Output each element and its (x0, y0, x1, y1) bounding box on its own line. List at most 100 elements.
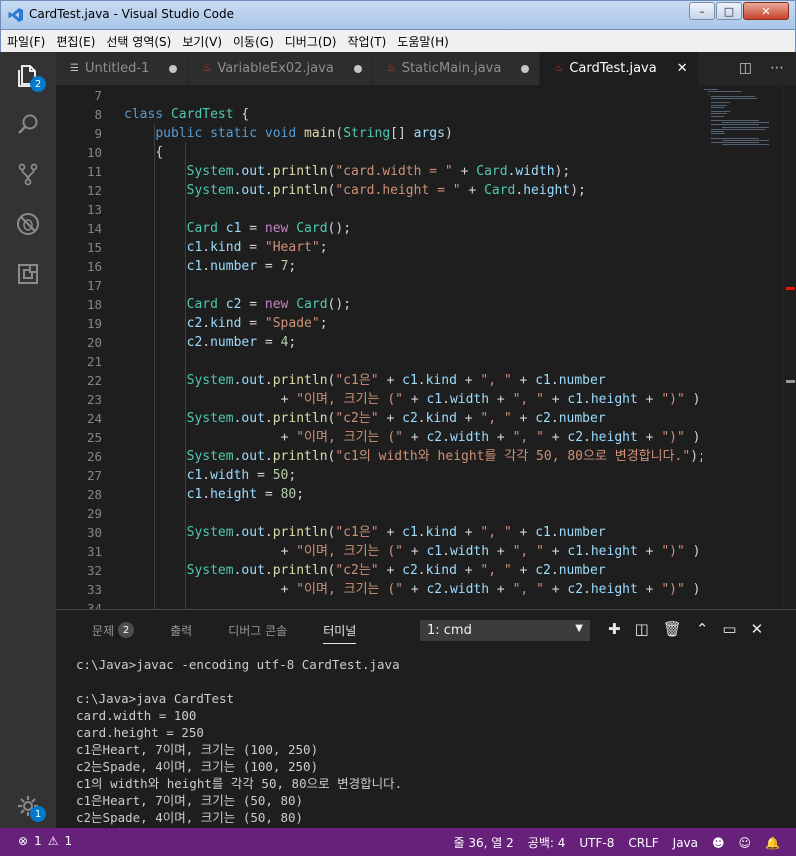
minimap[interactable] (702, 85, 782, 609)
code-line[interactable]: c2.number = 4; (124, 333, 297, 352)
tab-label: CardTest.java (569, 61, 657, 76)
error-count[interactable]: 1 (34, 834, 42, 848)
line-number: 24 (86, 411, 102, 426)
java-icon: ♨ (386, 63, 396, 74)
minimap-line (711, 142, 759, 143)
error-icon[interactable]: ⊗ (18, 834, 28, 848)
line-number: 34 (86, 601, 102, 609)
line-ending[interactable]: CRLF (628, 836, 658, 850)
search-icon[interactable] (14, 110, 42, 138)
extensions-icon[interactable] (14, 260, 42, 288)
menu-go[interactable]: 이동(G) (227, 33, 279, 50)
settings-badge: 1 (30, 806, 46, 822)
tab-staticmain[interactable]: ♨ StaticMain.java (372, 52, 541, 85)
menu-debug[interactable]: 디버그(D) (279, 33, 342, 50)
window-title: CardTest.java - Visual Studio Code (29, 7, 235, 21)
line-number: 7 (94, 88, 102, 103)
menu-view[interactable]: 보기(V) (176, 33, 227, 50)
code-line[interactable]: + "이며, 크기는 (" + c2.width + ", " + c2.hei… (124, 428, 702, 447)
minimize-button[interactable]: – (689, 2, 715, 20)
editor-tabs: ☰ Untitled-1 ♨ VariableEx02.java ♨ Stati… (56, 52, 796, 85)
status-bar: ⊗ 1 ⚠ 1 줄 36, 열 2 공백: 4 UTF-8 CRLF Java … (0, 828, 796, 856)
encoding[interactable]: UTF-8 (579, 836, 614, 850)
tab-terminal[interactable]: 터미널 (323, 622, 357, 644)
terminal-select[interactable]: 1: cmd ▼ (420, 620, 590, 641)
menu-tasks[interactable]: 작업(T) (342, 33, 392, 50)
unsaved-dot-icon[interactable] (169, 64, 178, 73)
code-line[interactable]: + "이며, 크기는 (" + c2.width + ", " + c2.hei… (124, 580, 702, 599)
feedback-icon[interactable]: ☻ (712, 836, 725, 850)
maximize-panel-icon[interactable]: ▭ (722, 620, 736, 638)
code-line[interactable]: Card c2 = new Card(); (124, 295, 351, 314)
editor-scrollbar[interactable] (782, 85, 796, 609)
bell-icon[interactable]: 🔔 (765, 836, 780, 850)
minimap-line (722, 144, 769, 146)
chevron-up-icon[interactable]: ⌃ (696, 620, 709, 638)
tab-untitled-1[interactable]: ☰ Untitled-1 (56, 52, 189, 85)
code-line[interactable]: + "이며, 크기는 (" + c1.width + ", " + c1.hei… (124, 390, 702, 409)
unsaved-dot-icon[interactable] (353, 64, 362, 73)
code-line[interactable]: + "이며, 크기는 (" + c1.width + ", " + c1.hei… (124, 542, 702, 561)
language-mode[interactable]: Java (673, 836, 698, 850)
code-line[interactable]: System.out.println("c1의 width와 height를 각… (124, 447, 702, 466)
menu-help[interactable]: 도움말(H) (391, 33, 454, 50)
code-editor[interactable]: 7 8 9 10 11 12 13 14 15 16 17 18 19 20 21 22 23 24 25 26 27 2… (56, 85, 796, 609)
split-terminal-icon[interactable]: ◫ (635, 620, 649, 638)
new-terminal-icon[interactable]: ✚ (608, 620, 621, 638)
code-line[interactable]: System.out.println("c1은" + c1.kind + ", … (124, 371, 606, 390)
warning-icon[interactable]: ⚠ (48, 834, 59, 848)
cursor-position[interactable]: 줄 36, 열 2 (454, 834, 514, 851)
maximize-button[interactable]: □ (716, 2, 742, 20)
code-line[interactable]: c1.number = 7; (124, 257, 297, 276)
minimap-line (711, 120, 759, 121)
line-number: 25 (86, 430, 102, 445)
code-line[interactable]: c1.width = 50; (124, 466, 297, 485)
menu-file[interactable]: 파일(F) (1, 33, 50, 50)
menu-edit[interactable]: 편집(E) (50, 33, 100, 50)
split-editor-icon[interactable]: ◫ (739, 60, 752, 76)
code-line[interactable]: class CardTest { (124, 105, 249, 124)
close-tab-icon[interactable]: ✕ (677, 61, 688, 76)
line-number: 27 (86, 468, 102, 483)
close-panel-icon[interactable]: ✕ (751, 620, 764, 638)
terminal-output[interactable]: c:\Java>javac -encoding utf-8 CardTest.j… (76, 656, 776, 826)
code-line[interactable]: System.out.println("card.height = " + Ca… (124, 181, 586, 200)
close-window-button[interactable]: ✕ (743, 2, 789, 20)
more-actions-icon[interactable]: ⋯ (770, 60, 784, 76)
unsaved-dot-icon[interactable] (521, 64, 530, 73)
line-number: 14 (86, 221, 102, 236)
tab-variableex02[interactable]: ♨ VariableEx02.java (188, 52, 373, 85)
code-line[interactable]: System.out.println("c2는" + c2.kind + ", … (124, 561, 606, 580)
minimap-line (711, 95, 756, 97)
code-line[interactable]: System.out.println("c2는" + c2.kind + ", … (124, 409, 606, 428)
code-line[interactable]: { (124, 143, 163, 162)
source-control-icon[interactable] (14, 160, 42, 188)
tab-problems[interactable]: 문제 2 (92, 622, 135, 639)
code-line[interactable]: public static void main(String[] args) (124, 124, 452, 143)
code-line[interactable]: Card c1 = new Card(); (124, 219, 351, 238)
code-area[interactable]: class CardTest { public static void main… (124, 85, 702, 609)
code-line[interactable]: System.out.println("card.width = " + Car… (124, 162, 571, 181)
indentation[interactable]: 공백: 4 (528, 834, 566, 851)
java-icon: ♨ (554, 63, 564, 74)
code-line[interactable]: System.out.println("c1은" + c1.kind + ", … (124, 523, 606, 542)
tab-debug-console[interactable]: 디버그 콘솔 (228, 622, 287, 639)
line-number: 9 (94, 126, 102, 141)
minimap-line (722, 139, 769, 141)
code-line[interactable]: c1.height = 80; (124, 485, 304, 504)
warning-count[interactable]: 1 (64, 834, 72, 848)
minimap-line (711, 104, 728, 106)
minimap-line (722, 122, 769, 124)
minimap-line (722, 126, 769, 128)
minimap-line (711, 133, 725, 135)
tab-output[interactable]: 출력 (170, 622, 192, 639)
minimap-line (704, 89, 719, 91)
trash-icon[interactable]: 🗑 (663, 620, 682, 638)
smiley-icon[interactable]: ☺ (739, 836, 752, 850)
terminal-line: c1은Heart, 7이며, 크기는 (50, 80) (76, 793, 304, 808)
debug-icon[interactable] (14, 210, 42, 238)
minimap-line (711, 124, 759, 126)
line-number: 23 (86, 392, 102, 407)
tab-cardtest[interactable]: ♨ CardTest.java ✕ (540, 52, 699, 85)
menu-selection[interactable]: 선택 영역(S) (100, 33, 176, 50)
